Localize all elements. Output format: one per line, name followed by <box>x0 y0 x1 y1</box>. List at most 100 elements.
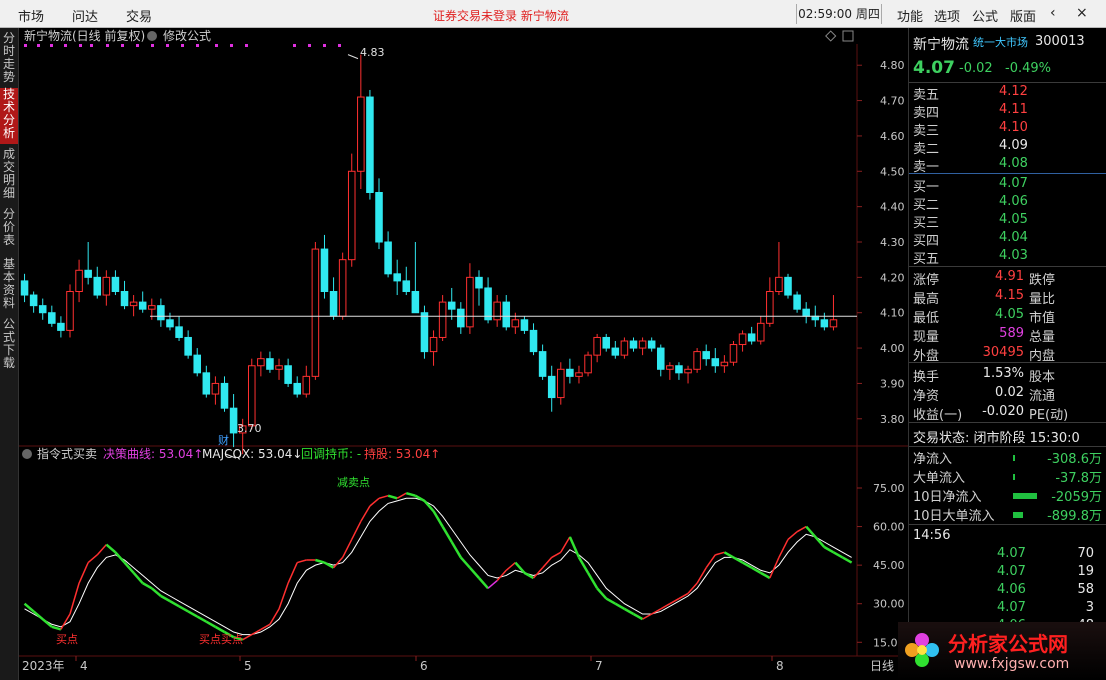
buy-row: 买一 <box>913 180 940 195</box>
candle-body <box>611 347 620 356</box>
candle-body <box>466 276 474 328</box>
candle-body <box>684 368 692 374</box>
buy-row: 买五 <box>913 252 940 267</box>
candle-body <box>756 322 765 342</box>
candle-body <box>829 319 838 328</box>
period-label: 日线 <box>870 659 894 673</box>
candle-body <box>357 96 365 172</box>
price-tick-label: 4.30 <box>880 236 905 249</box>
candle-body <box>57 322 65 331</box>
buy-row: 买四 <box>913 234 940 249</box>
candle-body <box>375 192 383 243</box>
high-label: 4.83 <box>360 46 385 59</box>
stock-name: 新宁物流 <box>913 37 969 53</box>
price-tick-label: 4.70 <box>880 95 905 108</box>
signal-dot <box>181 44 184 47</box>
stat2-row: -0.020 <box>982 404 1024 419</box>
candle-body <box>29 294 38 307</box>
indicator-legend-2: MAJCQX: 53.04↓ <box>202 447 302 461</box>
buy-row: 4.06 <box>999 194 1028 209</box>
buy-row: 买二 <box>913 198 940 213</box>
candle-body <box>166 319 174 328</box>
candle-body <box>129 301 138 307</box>
candle-body <box>729 344 738 363</box>
sell-row: 4.11 <box>999 102 1028 117</box>
flow-row: -308.6万 <box>1047 452 1102 467</box>
candle-body <box>193 354 202 374</box>
signal-dot <box>166 44 169 47</box>
signal-dot <box>121 44 124 47</box>
stat-row: 最低 <box>913 311 940 326</box>
tick-row: 4.07 <box>997 600 1026 615</box>
candle-body <box>629 340 638 349</box>
indicator-chevron-icon[interactable] <box>22 449 32 459</box>
flow-bar <box>1013 455 1015 461</box>
candle-body <box>393 273 401 282</box>
quote-panel: 新宁物流 统一大市场 300013 4.07 -0.02 -0.49% 卖五 4.… <box>908 28 1106 680</box>
flower-logo-icon <box>905 633 939 667</box>
close-icon[interactable]: × <box>1076 5 1088 21</box>
candle-body <box>66 291 74 331</box>
price-change-pct: -0.49% <box>1005 61 1051 76</box>
signal-dot <box>308 44 311 47</box>
indicator-legend-4: 持股: 53.04↑ <box>364 446 440 461</box>
menu-options[interactable]: 选项 <box>934 6 960 25</box>
candle-body <box>529 329 538 353</box>
year-label: 2023年 <box>22 659 65 673</box>
menu-layout[interactable]: 版面 <box>1010 6 1036 25</box>
flow-bar <box>1013 493 1037 499</box>
candle-body <box>747 333 756 342</box>
candle-body <box>102 276 111 296</box>
candle-body <box>475 276 483 289</box>
candle-body <box>302 375 311 395</box>
stat-row: 4.91 <box>995 269 1024 284</box>
candle-body <box>175 326 183 338</box>
watermark-url: www.fxjgsw.com <box>954 656 1070 672</box>
candle-body <box>511 319 520 328</box>
sell-row: 4.10 <box>999 120 1028 135</box>
sell-point-label: 减卖点 <box>337 476 370 489</box>
month-label: 6 <box>420 659 428 673</box>
candle-body <box>84 269 92 278</box>
candle-body <box>775 276 783 293</box>
menu-formula[interactable]: 公式 <box>972 6 998 25</box>
candle-body <box>584 354 592 374</box>
candle-body <box>220 382 229 409</box>
candle-body <box>211 382 220 395</box>
flow-row: 10日净流入 <box>913 490 982 505</box>
stat-row: 市值 <box>1029 311 1056 326</box>
stat2-row: PE(动) <box>1029 408 1069 423</box>
market-tag[interactable]: 统一大市场 <box>973 34 1028 50</box>
stat2-row: 收益(一) <box>913 408 963 423</box>
stat2-row: 股本 <box>1029 370 1056 385</box>
flow-row: 10日大单流入 <box>913 509 995 524</box>
signal-dot <box>215 44 218 47</box>
flow-bar <box>1013 474 1015 480</box>
candle-body <box>557 368 565 399</box>
candle-body <box>329 291 338 317</box>
candle-body <box>547 375 556 399</box>
watermark: 分析家公式网 www.fxjgsw.com <box>898 622 1106 680</box>
price-tick-label: 4.00 <box>880 342 905 355</box>
chevron-down-icon[interactable] <box>147 31 157 41</box>
indicator-tick-label: 75.00 <box>873 482 905 495</box>
back-icon[interactable]: ‹ <box>1050 5 1056 21</box>
finance-marker[interactable]: 财 <box>218 433 229 447</box>
candle-body <box>520 319 529 331</box>
candle-body <box>311 248 320 377</box>
candle-body <box>48 312 56 324</box>
candle-body <box>38 305 47 314</box>
indicator-name: 指令式买卖 <box>37 446 97 461</box>
sell-row: 卖四 <box>913 106 940 121</box>
candle-body <box>538 351 547 377</box>
edit-formula-link[interactable]: 修改公式 <box>163 28 211 43</box>
stat-row: 589 <box>999 326 1024 341</box>
signal-dot <box>151 44 154 47</box>
indicator-tick-label: 30.00 <box>873 598 905 611</box>
candle-body <box>802 308 810 317</box>
stat-row: 现量 <box>913 330 940 345</box>
signal-dot <box>50 44 53 47</box>
candle-body <box>593 336 601 356</box>
signal-dot <box>79 44 82 47</box>
low-label: 3.70 <box>237 422 262 435</box>
